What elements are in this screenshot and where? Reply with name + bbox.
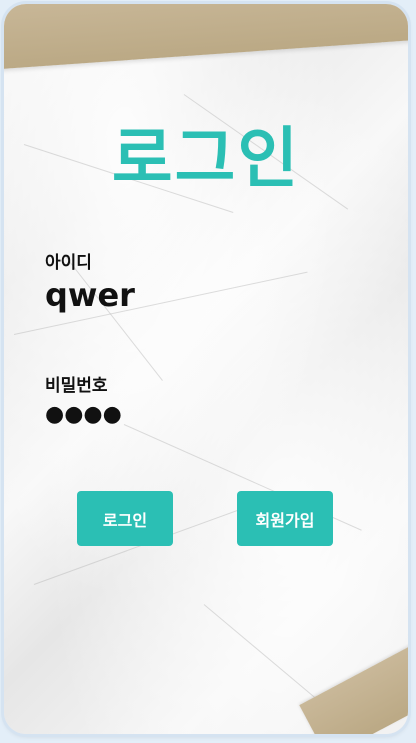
id-field[interactable]: qwer xyxy=(45,276,135,314)
id-label: 아이디 xyxy=(45,253,92,273)
page-title: 로그인 xyxy=(111,120,301,197)
crumpled-paper-background xyxy=(4,4,408,734)
password-field[interactable]: ●●●● xyxy=(45,402,122,427)
login-card: 로그인 아이디 qwer 비밀번호 ●●●● 로그인 회원가입 xyxy=(4,4,408,734)
password-label: 비밀번호 xyxy=(45,376,108,396)
login-button[interactable]: 로그인 xyxy=(77,491,173,546)
signup-button[interactable]: 회원가입 xyxy=(237,491,333,546)
